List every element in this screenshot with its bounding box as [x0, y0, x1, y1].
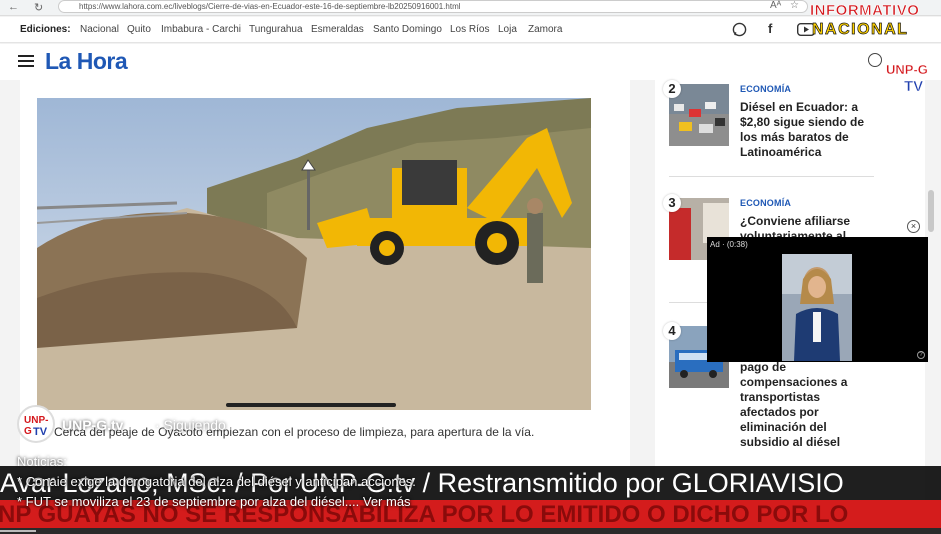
following-status[interactable]: · Siguiendo [155, 417, 226, 433]
star-icon[interactable]: ☆ [790, 0, 799, 11]
translate-icon[interactable]: Aᴬ [770, 0, 781, 11]
news-line[interactable]: * FUT se moviliza el 23 de septiembre po… [17, 494, 411, 509]
brand-line-1: INFORMATIVO [810, 2, 920, 20]
scrollbar-thumb[interactable] [928, 190, 934, 232]
brand-line-2: NACIONAL [812, 21, 909, 39]
unp-tv-logo: UNP-G TV [880, 60, 938, 100]
news-category[interactable]: ECONOMÍA [740, 84, 791, 94]
news-line: * Conaie exige la derogatoria del alza d… [17, 474, 416, 489]
unp-logo-bottom: TV [904, 78, 924, 96]
video-progress-strip[interactable] [0, 528, 941, 534]
site-header: La Hora [0, 44, 941, 80]
edition-link[interactable]: Zamora [528, 24, 562, 35]
news-category[interactable]: ECONOMÍA [740, 198, 791, 208]
edition-link[interactable]: Santo Domingo [373, 24, 442, 35]
news-headline[interactable]: Diésel en Ecuador: a $2,80 sigue siendo … [740, 100, 872, 160]
editions-label: Ediciones: [20, 24, 71, 35]
rank-number: 3 [663, 194, 681, 212]
ad-info-icon[interactable]: ? [917, 351, 925, 359]
facebook-icon[interactable]: f [768, 21, 772, 36]
edition-link[interactable]: Los Ríos [450, 24, 489, 35]
channel-avatar[interactable]: UNP-G TV [17, 405, 55, 443]
video-progress-bar[interactable] [226, 403, 396, 407]
site-logo[interactable]: La Hora [45, 48, 128, 75]
news-headline[interactable]: pago de compensaciones a transportistas … [740, 360, 872, 450]
channel-name[interactable]: UNP-G.tv [62, 417, 123, 433]
whatsapp-icon[interactable] [732, 22, 747, 37]
edition-link[interactable]: Loja [498, 24, 517, 35]
edition-link[interactable]: Tungurahua [249, 24, 303, 35]
rank-number: 4 [663, 322, 681, 340]
menu-icon[interactable] [18, 55, 34, 68]
browser-toolbar: ← ↻ https://www.lahora.com.ec/liveblogs/… [0, 0, 941, 16]
construction-scene-image [37, 98, 591, 410]
presenter-image [782, 254, 852, 361]
rank-number: 2 [663, 80, 681, 98]
ad-close-icon[interactable]: × [907, 220, 920, 233]
edition-link[interactable]: Nacional [80, 24, 119, 35]
informativo-nacional-logo: INFORMATIVO NACIONAL [808, 0, 941, 42]
ad-video-frame[interactable] [782, 254, 852, 361]
back-icon[interactable]: ← [8, 1, 19, 13]
screen: ← ↻ https://www.lahora.com.ec/liveblogs/… [0, 0, 941, 534]
reload-icon[interactable]: ↻ [34, 1, 43, 14]
divider [669, 176, 874, 177]
video-ad[interactable]: Ad · (0:38) ? [707, 237, 928, 362]
edition-link[interactable]: Quito [127, 24, 151, 35]
editions-bar: Ediciones: Nacional Quito Imbabura - Car… [0, 17, 941, 43]
url-text: https://www.lahora.com.ec/liveblogs/Cier… [79, 2, 461, 11]
ad-timer-label: Ad · (0:38) [710, 240, 748, 249]
edition-link[interactable]: Esmeraldas [311, 24, 364, 35]
avatar-text-bottom: TV [33, 426, 48, 438]
article-photo[interactable] [37, 98, 591, 410]
photo-caption: Cerca del peaje de Oyacoto empiezan con … [54, 425, 535, 439]
address-bar[interactable]: https://www.lahora.com.ec/liveblogs/Cier… [58, 0, 808, 13]
edition-link[interactable]: Imbabura - Carchi [161, 24, 241, 35]
unp-logo-top: UNP-G [886, 62, 928, 77]
